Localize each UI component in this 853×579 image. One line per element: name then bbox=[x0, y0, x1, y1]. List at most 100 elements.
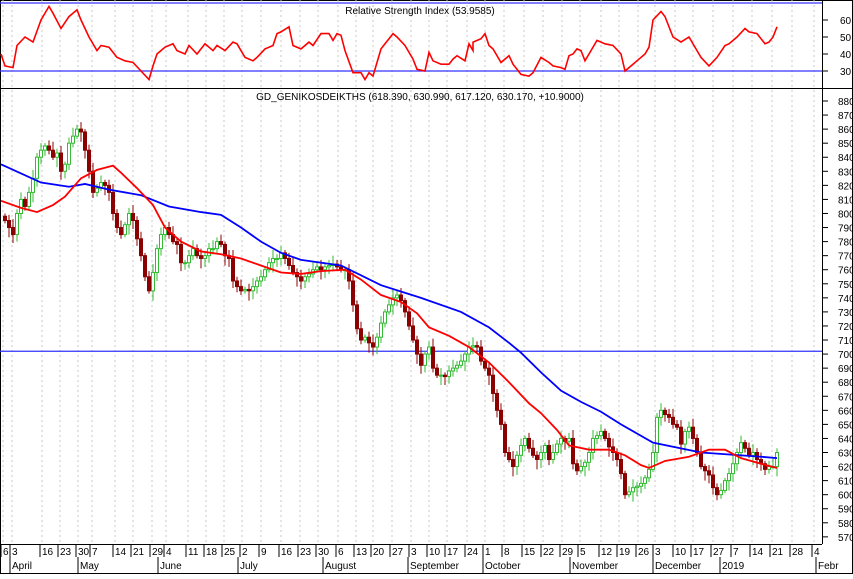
rsi-y-tick-label: 60 bbox=[840, 16, 852, 27]
price-y-tick-label: 810 bbox=[838, 195, 853, 206]
x-tick-label-day: 23 bbox=[300, 547, 312, 558]
candle-down bbox=[419, 353, 423, 366]
candle-down bbox=[663, 409, 667, 416]
candle-down bbox=[679, 426, 683, 445]
candle-down bbox=[711, 474, 715, 489]
candle-up bbox=[647, 468, 651, 479]
candle-down bbox=[743, 442, 747, 449]
candle-up bbox=[515, 454, 519, 468]
chart-window: Relative Strength Index (53.9585) 60 50 40… bbox=[0, 0, 853, 574]
candle-up bbox=[151, 272, 155, 292]
candle-down bbox=[131, 212, 135, 222]
candle-down bbox=[479, 346, 483, 362]
candle-down bbox=[87, 149, 91, 172]
price-y-tick-label: 570 bbox=[838, 533, 853, 544]
candle-up bbox=[67, 142, 71, 165]
candle-down bbox=[135, 220, 139, 240]
x-tick-label-day: 18 bbox=[206, 547, 218, 558]
price-y-tick-label: 750 bbox=[838, 280, 853, 291]
price-y-tick-label: 840 bbox=[838, 153, 853, 164]
candle-down bbox=[487, 367, 491, 376]
price-y-tick-label: 780 bbox=[838, 238, 853, 249]
candle-down bbox=[747, 447, 751, 456]
candle-down bbox=[499, 409, 503, 425]
candle-up bbox=[687, 426, 691, 432]
x-tick-label-day: 3 bbox=[655, 547, 661, 558]
candle-up bbox=[395, 294, 399, 299]
candle-down bbox=[11, 227, 15, 236]
candle-down bbox=[199, 255, 203, 259]
candle-up bbox=[315, 266, 319, 271]
candle-down bbox=[299, 276, 303, 282]
candle-down bbox=[415, 339, 419, 355]
x-tick-label-day: 14 bbox=[115, 547, 127, 558]
candle-down bbox=[371, 342, 375, 348]
candle-down bbox=[511, 459, 515, 468]
candle-up bbox=[271, 257, 275, 264]
candle-up bbox=[327, 265, 331, 268]
candle-down bbox=[675, 423, 679, 428]
candle-down bbox=[247, 288, 251, 292]
candle-up bbox=[203, 255, 207, 259]
candle-up bbox=[27, 191, 31, 207]
candle-down bbox=[703, 466, 707, 472]
candle-down bbox=[411, 325, 415, 341]
candle-down bbox=[351, 280, 355, 306]
candle-down bbox=[443, 374, 447, 378]
chart-canvas: Relative Strength Index (53.9585) 60 50 40… bbox=[0, 0, 853, 574]
candle-down bbox=[51, 149, 55, 158]
candle-up bbox=[71, 135, 75, 144]
rsi-y-tick-label: 50 bbox=[840, 33, 852, 44]
candle-down bbox=[431, 346, 435, 369]
x-tick-label-day: 27 bbox=[392, 547, 404, 558]
candle-down bbox=[359, 328, 363, 341]
candle-up bbox=[635, 485, 639, 489]
price-y-tick-label: 620 bbox=[838, 463, 853, 474]
candle-down bbox=[139, 238, 143, 257]
candle-up bbox=[19, 198, 23, 214]
candle-up bbox=[567, 437, 571, 442]
x-tick-label-month: June bbox=[160, 561, 182, 572]
price-y-tick-label: 860 bbox=[838, 125, 853, 136]
candle-up bbox=[631, 487, 635, 493]
candle-up bbox=[599, 430, 603, 437]
candle-up bbox=[579, 466, 583, 472]
candle-down bbox=[115, 212, 119, 229]
candle-down bbox=[111, 191, 115, 214]
x-tick-label-day: 10 bbox=[429, 547, 441, 558]
rsi-title: Relative Strength Index (53.9585) bbox=[345, 6, 495, 17]
x-tick-label-day: 21 bbox=[772, 547, 784, 558]
x-tick-label-day: 22 bbox=[543, 547, 555, 558]
candle-down bbox=[531, 447, 535, 456]
price-y-tick-label: 850 bbox=[838, 139, 853, 150]
candle-down bbox=[623, 473, 627, 496]
candle-down bbox=[287, 257, 291, 267]
candle-up bbox=[95, 187, 99, 193]
x-tick-label-day: 16 bbox=[42, 547, 54, 558]
candle-up bbox=[455, 364, 459, 369]
candle-down bbox=[575, 463, 579, 472]
candle-down bbox=[503, 423, 507, 454]
x-tick-label-day: 13 bbox=[356, 547, 368, 558]
price-y-tick-label: 670 bbox=[838, 392, 853, 403]
x-tick-label-day: 4 bbox=[166, 547, 172, 558]
candle-up bbox=[423, 353, 427, 366]
price-y-tick-label: 630 bbox=[838, 449, 853, 460]
x-tick-label-day: 12 bbox=[601, 547, 613, 558]
x-tick-label-day: 4 bbox=[814, 547, 820, 558]
candle-up bbox=[387, 304, 391, 313]
candle-up bbox=[751, 452, 755, 456]
candle-up bbox=[643, 477, 647, 484]
candle-up bbox=[559, 437, 563, 445]
price-y-tick-label: 880 bbox=[838, 97, 853, 108]
candle-up bbox=[719, 489, 723, 496]
candle-up bbox=[539, 452, 543, 461]
candle-down bbox=[235, 280, 239, 288]
x-tick-label-day: 16 bbox=[281, 547, 293, 558]
candle-up bbox=[323, 266, 327, 271]
candle-down bbox=[147, 276, 151, 292]
candle-up bbox=[447, 370, 451, 378]
candle-up bbox=[363, 336, 367, 341]
x-tick-label-day: 6 bbox=[338, 547, 344, 558]
candle-up bbox=[123, 224, 127, 236]
